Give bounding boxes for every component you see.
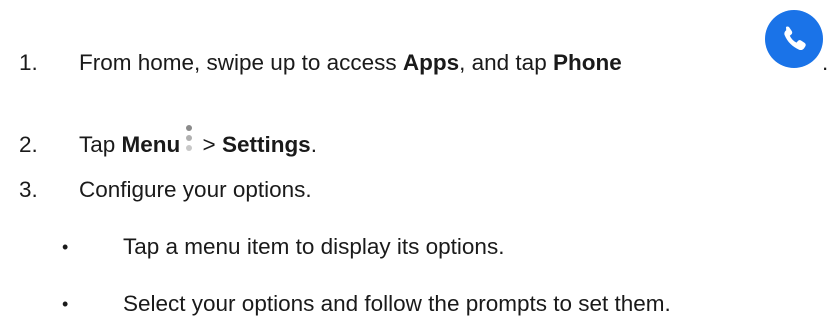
bullet-text-1: Tap a menu item to display its options. xyxy=(123,234,505,259)
menu-label: Menu xyxy=(121,132,181,157)
step-1-text: From home, swipe up to access Apps, and … xyxy=(79,50,622,75)
step-2-number: 2. xyxy=(19,132,38,157)
bullet-symbol: • xyxy=(62,294,69,314)
step-3-text: Configure your options. xyxy=(79,177,312,202)
bullet-text-2: Select your options and follow the promp… xyxy=(123,291,671,316)
bullet-item-2: • Select your options and follow the pro… xyxy=(62,290,832,320)
phone-icon-svg xyxy=(765,10,823,68)
step-1-number: 1. xyxy=(19,50,38,75)
phone-label: Phone xyxy=(552,50,622,75)
step-3-number: 3. xyxy=(19,177,38,202)
step-3: 3. Configure your options. xyxy=(19,176,619,206)
phone-icon xyxy=(765,10,823,68)
more-vertical-icon xyxy=(184,125,194,159)
step-1: 1. From home, swipe up to access Apps, a… xyxy=(19,49,834,79)
bullet-item-1: • Tap a menu item to display its options… xyxy=(62,233,762,263)
step-2: 2. Tap Menu > Settings. xyxy=(19,125,619,161)
apps-label: Apps xyxy=(402,50,460,75)
step-2-text: Tap Menu > Settings. xyxy=(79,125,317,159)
bullet-symbol: • xyxy=(62,237,69,257)
settings-label: Settings xyxy=(221,132,311,157)
step-1-period: . xyxy=(822,50,829,75)
